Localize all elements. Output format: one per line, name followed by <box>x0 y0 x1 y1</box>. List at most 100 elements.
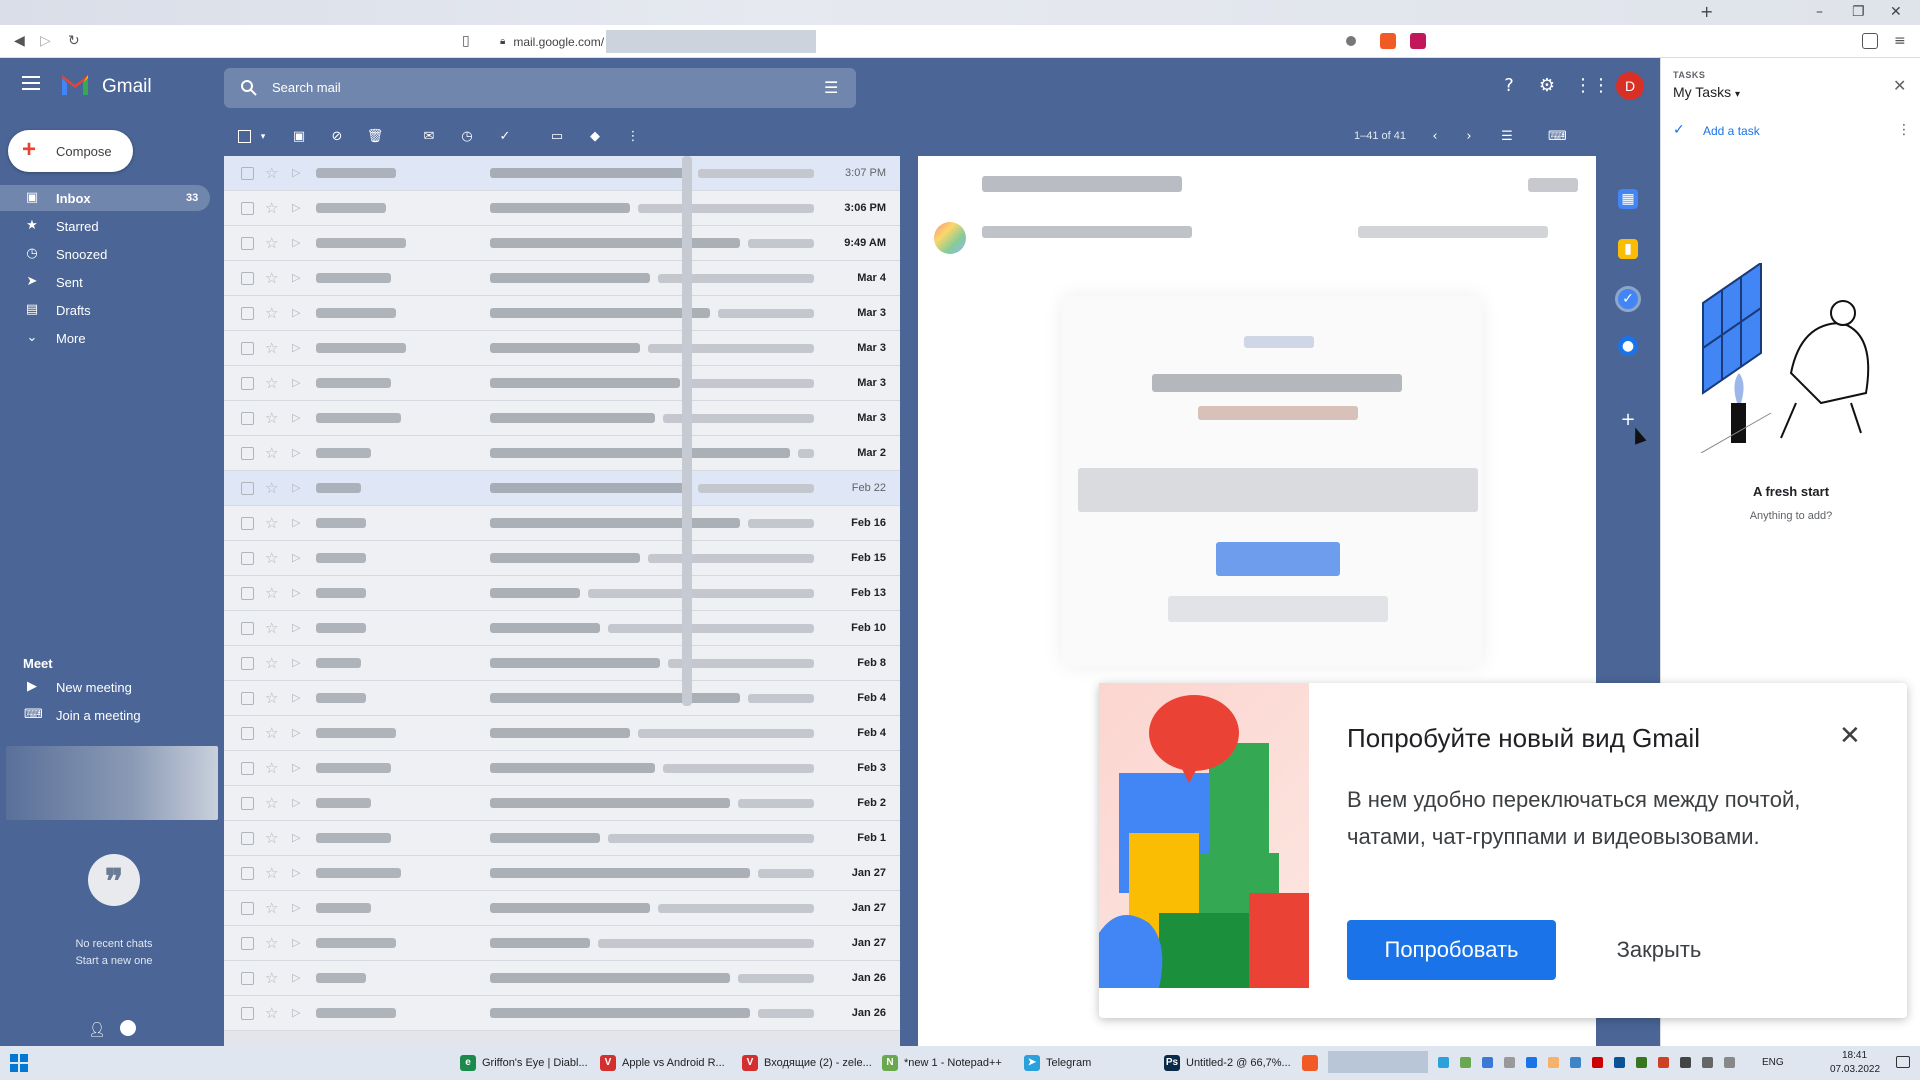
tray-icon[interactable] <box>1614 1057 1625 1068</box>
email-row[interactable]: ☆ ▷ Mar 3 <box>224 296 900 331</box>
importance-icon[interactable]: ▷ <box>292 411 300 424</box>
compose-button[interactable]: + Compose <box>8 130 133 172</box>
star-icon[interactable]: ☆ <box>265 864 278 882</box>
email-row[interactable]: ☆ ▷ Feb 15 <box>224 541 900 576</box>
importance-icon[interactable]: ▷ <box>292 376 300 389</box>
email-row[interactable]: ☆ ▷ Feb 1 <box>224 821 900 856</box>
join-meeting-button[interactable]: ⌨ Join a meeting <box>0 702 210 728</box>
importance-icon[interactable]: ▷ <box>292 866 300 879</box>
email-checkbox[interactable] <box>241 727 254 740</box>
tray-icon[interactable] <box>1504 1057 1515 1068</box>
chat-bubble-icon[interactable] <box>120 1020 136 1036</box>
star-icon[interactable]: ☆ <box>265 409 278 427</box>
star-icon[interactable]: ☆ <box>265 514 278 532</box>
browser-menu-icon[interactable]: ≡ <box>1894 33 1906 49</box>
importance-icon[interactable]: ▷ <box>292 516 300 529</box>
email-row[interactable]: ☆ ▷ Feb 3 <box>224 751 900 786</box>
email-checkbox[interactable] <box>241 482 254 495</box>
sidebar-item-sent[interactable]: ➤ Sent <box>0 269 210 295</box>
email-checkbox[interactable] <box>241 342 254 355</box>
newer-page-icon[interactable]: ‹ <box>1426 128 1444 146</box>
email-row[interactable]: ☆ ▷ Feb 13 <box>224 576 900 611</box>
task-list-selector[interactable]: My Tasks ▾ <box>1673 84 1740 100</box>
new-tab-button[interactable]: + <box>1700 2 1713 21</box>
email-row[interactable]: ☆ ▷ Jan 26 <box>224 961 900 996</box>
star-icon[interactable]: ☆ <box>265 619 278 637</box>
star-icon[interactable]: ☆ <box>265 829 278 847</box>
notifications-icon[interactable] <box>1896 1056 1910 1068</box>
new-meeting-button[interactable]: ▶ New meeting <box>0 674 210 700</box>
importance-icon[interactable]: ▷ <box>292 796 300 809</box>
clock-time[interactable]: 18:41 <box>1842 1050 1867 1061</box>
calendar-icon[interactable]: ▦ <box>1618 189 1638 209</box>
clock-date[interactable]: 07.03.2022 <box>1830 1064 1880 1075</box>
search-input[interactable]: Search mail <box>272 80 341 95</box>
importance-icon[interactable]: ▷ <box>292 726 300 739</box>
close-icon[interactable]: ✕ <box>1839 723 1861 749</box>
taskbar-app[interactable]: V Apple vs Android R... <box>600 1046 725 1080</box>
importance-icon[interactable]: ▷ <box>292 936 300 949</box>
add-task-button[interactable]: Add a task <box>1703 124 1760 138</box>
report-spam-icon[interactable]: ⊘ <box>328 128 346 146</box>
eye-icon[interactable] <box>1346 36 1356 46</box>
brave-shield-icon[interactable] <box>1380 33 1396 49</box>
add-task-check-icon[interactable]: ✓ <box>1673 122 1685 138</box>
apps-grid-icon[interactable]: ⋮⋮ <box>1574 75 1610 97</box>
url-field[interactable]: 🔒︎ mail.google.com/ <box>500 30 825 53</box>
bookmark-icon[interactable]: ▯ <box>462 33 470 49</box>
search-options-icon[interactable]: ☰ <box>824 78 838 97</box>
email-row[interactable]: ☆ ▷ Jan 26 <box>224 996 900 1031</box>
tray-icon[interactable] <box>1460 1057 1471 1068</box>
star-icon[interactable]: ☆ <box>265 444 278 462</box>
taskbar-app[interactable]: ➤ Telegram <box>1024 1046 1091 1080</box>
start-chat-link[interactable]: Start a new one <box>0 955 228 967</box>
email-row[interactable]: ☆ ▷ Feb 22 <box>224 471 900 506</box>
importance-icon[interactable]: ▷ <box>292 761 300 774</box>
email-checkbox[interactable] <box>241 307 254 320</box>
importance-icon[interactable]: ▷ <box>292 691 300 704</box>
importance-icon[interactable]: ▷ <box>292 236 300 249</box>
email-checkbox[interactable] <box>241 797 254 810</box>
email-row[interactable]: ☆ ▷ Feb 10 <box>224 611 900 646</box>
wallet-icon[interactable] <box>1862 33 1878 49</box>
sidebar-item-snoozed[interactable]: ◷ Snoozed <box>0 241 210 267</box>
close-window-button[interactable]: ✕ <box>1890 4 1902 20</box>
email-row[interactable]: ☆ ▷ Jan 27 <box>224 856 900 891</box>
email-checkbox[interactable] <box>241 902 254 915</box>
importance-icon[interactable]: ▷ <box>292 271 300 284</box>
select-all-checkbox[interactable] <box>238 130 251 143</box>
contacts-icon[interactable]: 👤︎ <box>88 1022 106 1038</box>
importance-icon[interactable]: ▷ <box>292 831 300 844</box>
delete-icon[interactable]: 🗑︎ <box>366 128 384 146</box>
try-new-gmail-button[interactable]: Попробовать <box>1347 920 1556 980</box>
star-icon[interactable]: ☆ <box>265 1004 278 1022</box>
older-page-icon[interactable]: › <box>1460 128 1478 146</box>
star-icon[interactable]: ☆ <box>265 164 278 182</box>
label-icon[interactable]: ◆ <box>586 128 604 146</box>
importance-icon[interactable]: ▷ <box>292 166 300 179</box>
move-to-icon[interactable]: ▭ <box>548 128 566 146</box>
gmail-logo-icon[interactable] <box>60 74 90 96</box>
account-avatar[interactable]: D <box>1616 72 1644 100</box>
reload-icon[interactable]: ↻ <box>68 33 80 49</box>
email-row[interactable]: ☆ ▷ Jan 27 <box>224 891 900 926</box>
importance-icon[interactable]: ▷ <box>292 656 300 669</box>
email-row[interactable]: ☆ ▷ Feb 16 <box>224 506 900 541</box>
brave-taskbar-icon[interactable] <box>1302 1055 1318 1071</box>
settings-icon[interactable]: ⚙ <box>1536 75 1558 97</box>
taskbar-app[interactable]: V Входящие (2) - zele... <box>742 1046 872 1080</box>
importance-icon[interactable]: ▷ <box>292 481 300 494</box>
email-checkbox[interactable] <box>241 622 254 635</box>
main-menu-icon[interactable] <box>22 76 40 90</box>
back-icon[interactable]: ◀ <box>14 33 25 49</box>
star-icon[interactable]: ☆ <box>265 969 278 987</box>
more-options-icon[interactable]: ⋮ <box>624 128 642 146</box>
email-checkbox[interactable] <box>241 972 254 985</box>
star-icon[interactable]: ☆ <box>265 654 278 672</box>
importance-icon[interactable]: ▷ <box>292 586 300 599</box>
email-checkbox[interactable] <box>241 202 254 215</box>
tray-icon[interactable] <box>1526 1057 1537 1068</box>
search-icon[interactable] <box>240 79 258 97</box>
email-list-scrollbar[interactable] <box>682 156 692 706</box>
taskbar-app[interactable]: N *new 1 - Notepad++ <box>882 1046 1002 1080</box>
